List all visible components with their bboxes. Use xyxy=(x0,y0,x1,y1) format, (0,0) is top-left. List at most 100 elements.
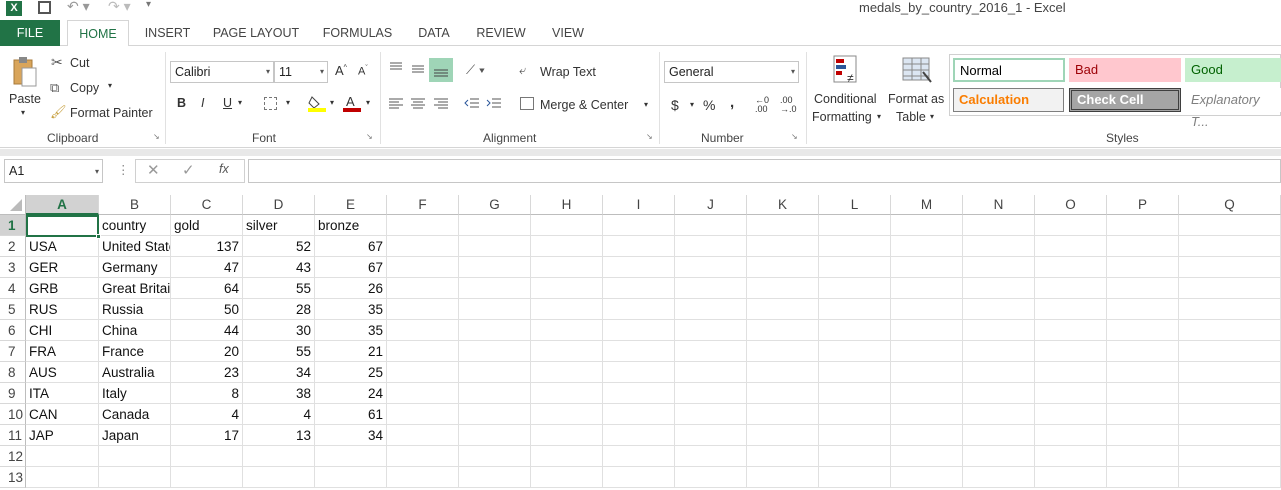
cell-n3[interactable] xyxy=(963,257,1035,278)
wrap-text-button[interactable]: Wrap Text xyxy=(540,65,596,79)
column-header-a[interactable]: A xyxy=(26,195,99,215)
style-good[interactable]: Good xyxy=(1185,58,1281,82)
cell-c13[interactable] xyxy=(171,467,243,488)
cell-h2[interactable] xyxy=(531,236,603,257)
cell-d9[interactable]: 38 xyxy=(243,383,315,404)
cell-n13[interactable] xyxy=(963,467,1035,488)
style-bad[interactable]: Bad xyxy=(1069,58,1181,82)
cell-a5[interactable]: RUS xyxy=(26,299,99,320)
cell-i4[interactable] xyxy=(603,278,675,299)
cell-k6[interactable] xyxy=(747,320,819,341)
cell-p8[interactable] xyxy=(1107,362,1179,383)
cell-p10[interactable] xyxy=(1107,404,1179,425)
cell-g7[interactable] xyxy=(459,341,531,362)
cut-icon[interactable]: ✂ xyxy=(51,54,63,71)
cell-m11[interactable] xyxy=(891,425,963,446)
cell-b3[interactable]: Germany xyxy=(99,257,171,278)
cell-n10[interactable] xyxy=(963,404,1035,425)
cell-c1[interactable]: gold xyxy=(171,215,243,236)
cell-g4[interactable] xyxy=(459,278,531,299)
cell-b7[interactable]: France xyxy=(99,341,171,362)
row-header-4[interactable]: 4 xyxy=(0,278,26,299)
cell-c6[interactable]: 44 xyxy=(171,320,243,341)
cell-q3[interactable] xyxy=(1179,257,1281,278)
column-header-j[interactable]: J xyxy=(675,195,747,215)
style-check-cell[interactable]: Check Cell xyxy=(1069,88,1181,112)
cell-c12[interactable] xyxy=(171,446,243,467)
cell-d1[interactable]: silver xyxy=(243,215,315,236)
cell-o11[interactable] xyxy=(1035,425,1107,446)
align-left-icon[interactable] xyxy=(388,97,404,111)
cell-i1[interactable] xyxy=(603,215,675,236)
tab-formulas[interactable]: FORMULAS xyxy=(316,20,399,46)
cell-b11[interactable]: Japan xyxy=(99,425,171,446)
format-as-table-icon[interactable] xyxy=(901,54,933,86)
cell-e1[interactable]: bronze xyxy=(315,215,387,236)
cell-d8[interactable]: 34 xyxy=(243,362,315,383)
cell-d10[interactable]: 4 xyxy=(243,404,315,425)
cell-e7[interactable]: 21 xyxy=(315,341,387,362)
insert-function-button[interactable]: fx xyxy=(219,162,229,176)
cell-b8[interactable]: Australia xyxy=(99,362,171,383)
number-format-select[interactable]: General ▾ xyxy=(664,61,799,83)
paste-icon[interactable] xyxy=(11,56,37,88)
cell-l10[interactable] xyxy=(819,404,891,425)
cell-g13[interactable] xyxy=(459,467,531,488)
cell-j8[interactable] xyxy=(675,362,747,383)
cell-c9[interactable]: 8 xyxy=(171,383,243,404)
cell-n1[interactable] xyxy=(963,215,1035,236)
cell-b9[interactable]: Italy xyxy=(99,383,171,404)
cell-h8[interactable] xyxy=(531,362,603,383)
cell-e13[interactable] xyxy=(315,467,387,488)
cell-c7[interactable]: 20 xyxy=(171,341,243,362)
cell-q10[interactable] xyxy=(1179,404,1281,425)
cell-p6[interactable] xyxy=(1107,320,1179,341)
cell-n4[interactable] xyxy=(963,278,1035,299)
column-header-p[interactable]: P xyxy=(1107,195,1179,215)
cell-j13[interactable] xyxy=(675,467,747,488)
decrease-indent-icon[interactable] xyxy=(464,97,480,111)
merge-center-icon[interactable] xyxy=(520,97,534,110)
alignment-launcher-icon[interactable]: ↘ xyxy=(646,132,653,141)
cell-h7[interactable] xyxy=(531,341,603,362)
cell-k4[interactable] xyxy=(747,278,819,299)
cell-f9[interactable] xyxy=(387,383,459,404)
cell-k8[interactable] xyxy=(747,362,819,383)
cell-f5[interactable] xyxy=(387,299,459,320)
cell-o6[interactable] xyxy=(1035,320,1107,341)
cell-h13[interactable] xyxy=(531,467,603,488)
cell-i9[interactable] xyxy=(603,383,675,404)
cell-c8[interactable]: 23 xyxy=(171,362,243,383)
underline-button[interactable]: U xyxy=(223,96,232,110)
cell-f10[interactable] xyxy=(387,404,459,425)
cell-g8[interactable] xyxy=(459,362,531,383)
cell-j5[interactable] xyxy=(675,299,747,320)
cell-j9[interactable] xyxy=(675,383,747,404)
cell-c11[interactable]: 17 xyxy=(171,425,243,446)
middle-align-icon[interactable] xyxy=(410,61,426,75)
column-header-f[interactable]: F xyxy=(387,195,459,215)
formula-bar-menu-icon[interactable]: ⋮ xyxy=(117,162,130,177)
cell-k11[interactable] xyxy=(747,425,819,446)
cell-f11[interactable] xyxy=(387,425,459,446)
cell-h4[interactable] xyxy=(531,278,603,299)
cell-d2[interactable]: 52 xyxy=(243,236,315,257)
cell-i3[interactable] xyxy=(603,257,675,278)
cell-m8[interactable] xyxy=(891,362,963,383)
tab-file[interactable]: FILE xyxy=(0,20,60,47)
clipboard-launcher-icon[interactable]: ↘ xyxy=(153,132,160,141)
comma-button[interactable]: , xyxy=(730,94,734,111)
row-header-6[interactable]: 6 xyxy=(0,320,26,341)
cell-i5[interactable] xyxy=(603,299,675,320)
merge-center-button[interactable]: Merge & Center xyxy=(540,98,628,112)
cell-l4[interactable] xyxy=(819,278,891,299)
font-name-select[interactable]: Calibri ▾ xyxy=(170,61,274,83)
column-header-h[interactable]: H xyxy=(531,195,603,215)
cell-m4[interactable] xyxy=(891,278,963,299)
cell-n9[interactable] xyxy=(963,383,1035,404)
cell-o13[interactable] xyxy=(1035,467,1107,488)
cell-i12[interactable] xyxy=(603,446,675,467)
increase-decimal-button[interactable]: ←0.00 xyxy=(755,96,769,114)
cell-l12[interactable] xyxy=(819,446,891,467)
cell-a8[interactable]: AUS xyxy=(26,362,99,383)
